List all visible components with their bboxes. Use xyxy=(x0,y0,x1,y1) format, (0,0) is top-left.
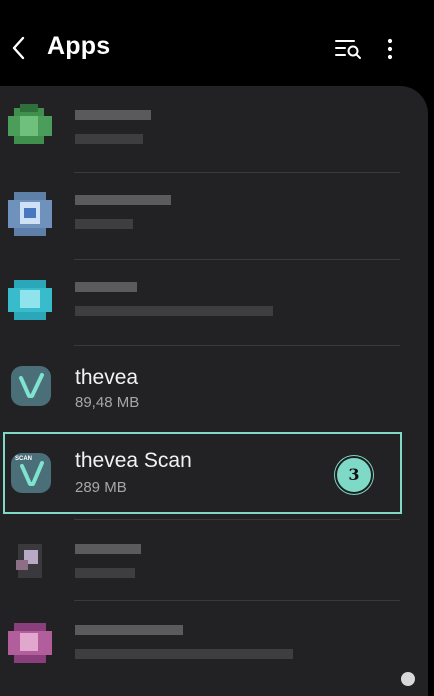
blurred-text xyxy=(75,306,273,316)
list-item-blurred[interactable] xyxy=(0,520,428,606)
blurred-text xyxy=(75,544,141,554)
blurred-app-icon xyxy=(8,278,52,322)
blurred-text xyxy=(75,282,137,292)
list-item-blurred[interactable] xyxy=(0,86,428,172)
blurred-text xyxy=(75,110,151,120)
app-list[interactable]: thevea 89,48 MB SCAN thevea Scan 289 MB xyxy=(0,86,428,696)
blurred-text xyxy=(75,568,135,578)
app-size: 89,48 MB xyxy=(75,394,140,411)
more-vertical-icon[interactable] xyxy=(383,36,397,62)
blurred-text xyxy=(75,625,183,635)
app-bar: Apps xyxy=(0,0,434,95)
blurred-text xyxy=(75,134,143,144)
thevea-icon xyxy=(11,366,51,406)
list-item-thevea[interactable]: thevea 89,48 MB xyxy=(0,346,428,432)
blurred-app-icon xyxy=(8,621,52,665)
scrollbar-thumb[interactable] xyxy=(401,672,415,686)
blurred-app-icon xyxy=(8,192,52,236)
blurred-text xyxy=(75,195,171,205)
page-title: Apps xyxy=(47,32,111,60)
list-item-blurred[interactable] xyxy=(0,260,428,346)
app-name: thevea xyxy=(75,366,139,389)
list-item-blurred[interactable] xyxy=(0,173,428,259)
blurred-text xyxy=(75,219,133,229)
list-search-icon[interactable] xyxy=(334,38,362,60)
blurred-text xyxy=(75,649,293,659)
chevron-left-icon[interactable] xyxy=(8,34,30,62)
annotation-badge: 3 xyxy=(335,456,373,494)
blurred-app-icon xyxy=(8,540,52,584)
list-item-blurred[interactable] xyxy=(0,601,428,687)
blurred-app-icon xyxy=(8,104,52,148)
